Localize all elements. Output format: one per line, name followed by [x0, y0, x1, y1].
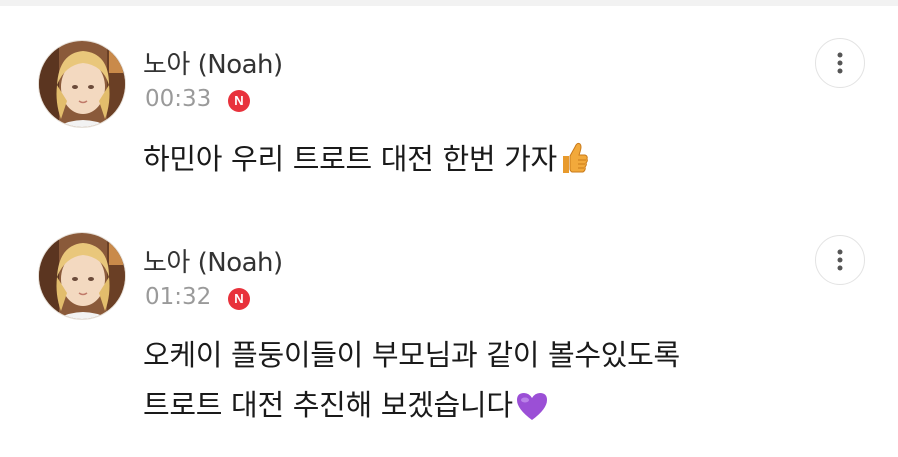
message-line: 오케이 플둥이들이 부모님과 같이 볼수있도록: [143, 338, 680, 372]
comment-message: 오케이 플둥이들이 부모님과 같이 볼수있도록 트로트 대전 추진해 보겠습니다: [143, 330, 680, 436]
message-line: 트로트 대전 추진해 보겠습니다: [143, 380, 680, 436]
message-text: 하민아 우리 트로트 대전 한번 가자: [143, 142, 557, 176]
post-time: 01:32: [145, 284, 212, 310]
more-vertical-icon: [837, 249, 843, 271]
comment-message: 하민아 우리 트로트 대전 한번 가자: [143, 134, 589, 190]
top-divider: [0, 0, 898, 6]
avatar-image: [39, 41, 125, 127]
avatar[interactable]: [38, 232, 126, 320]
new-badge: N: [228, 90, 250, 112]
more-options-button[interactable]: [815, 235, 865, 285]
message-text: 트로트 대전 추진해 보겠습니다: [143, 388, 513, 422]
avatar-image: [39, 233, 125, 319]
avatar[interactable]: [38, 40, 126, 128]
message-line: 하민아 우리 트로트 대전 한번 가자: [143, 134, 589, 190]
purple-heart-icon: [515, 386, 549, 436]
more-vertical-icon: [837, 52, 843, 74]
post-time: 00:33: [145, 86, 212, 112]
more-options-button[interactable]: [815, 38, 865, 88]
author-name[interactable]: 노아 (Noah): [143, 44, 283, 81]
thumbs-up-icon: [559, 140, 589, 190]
author-name[interactable]: 노아 (Noah): [143, 242, 283, 279]
new-badge: N: [228, 288, 250, 310]
